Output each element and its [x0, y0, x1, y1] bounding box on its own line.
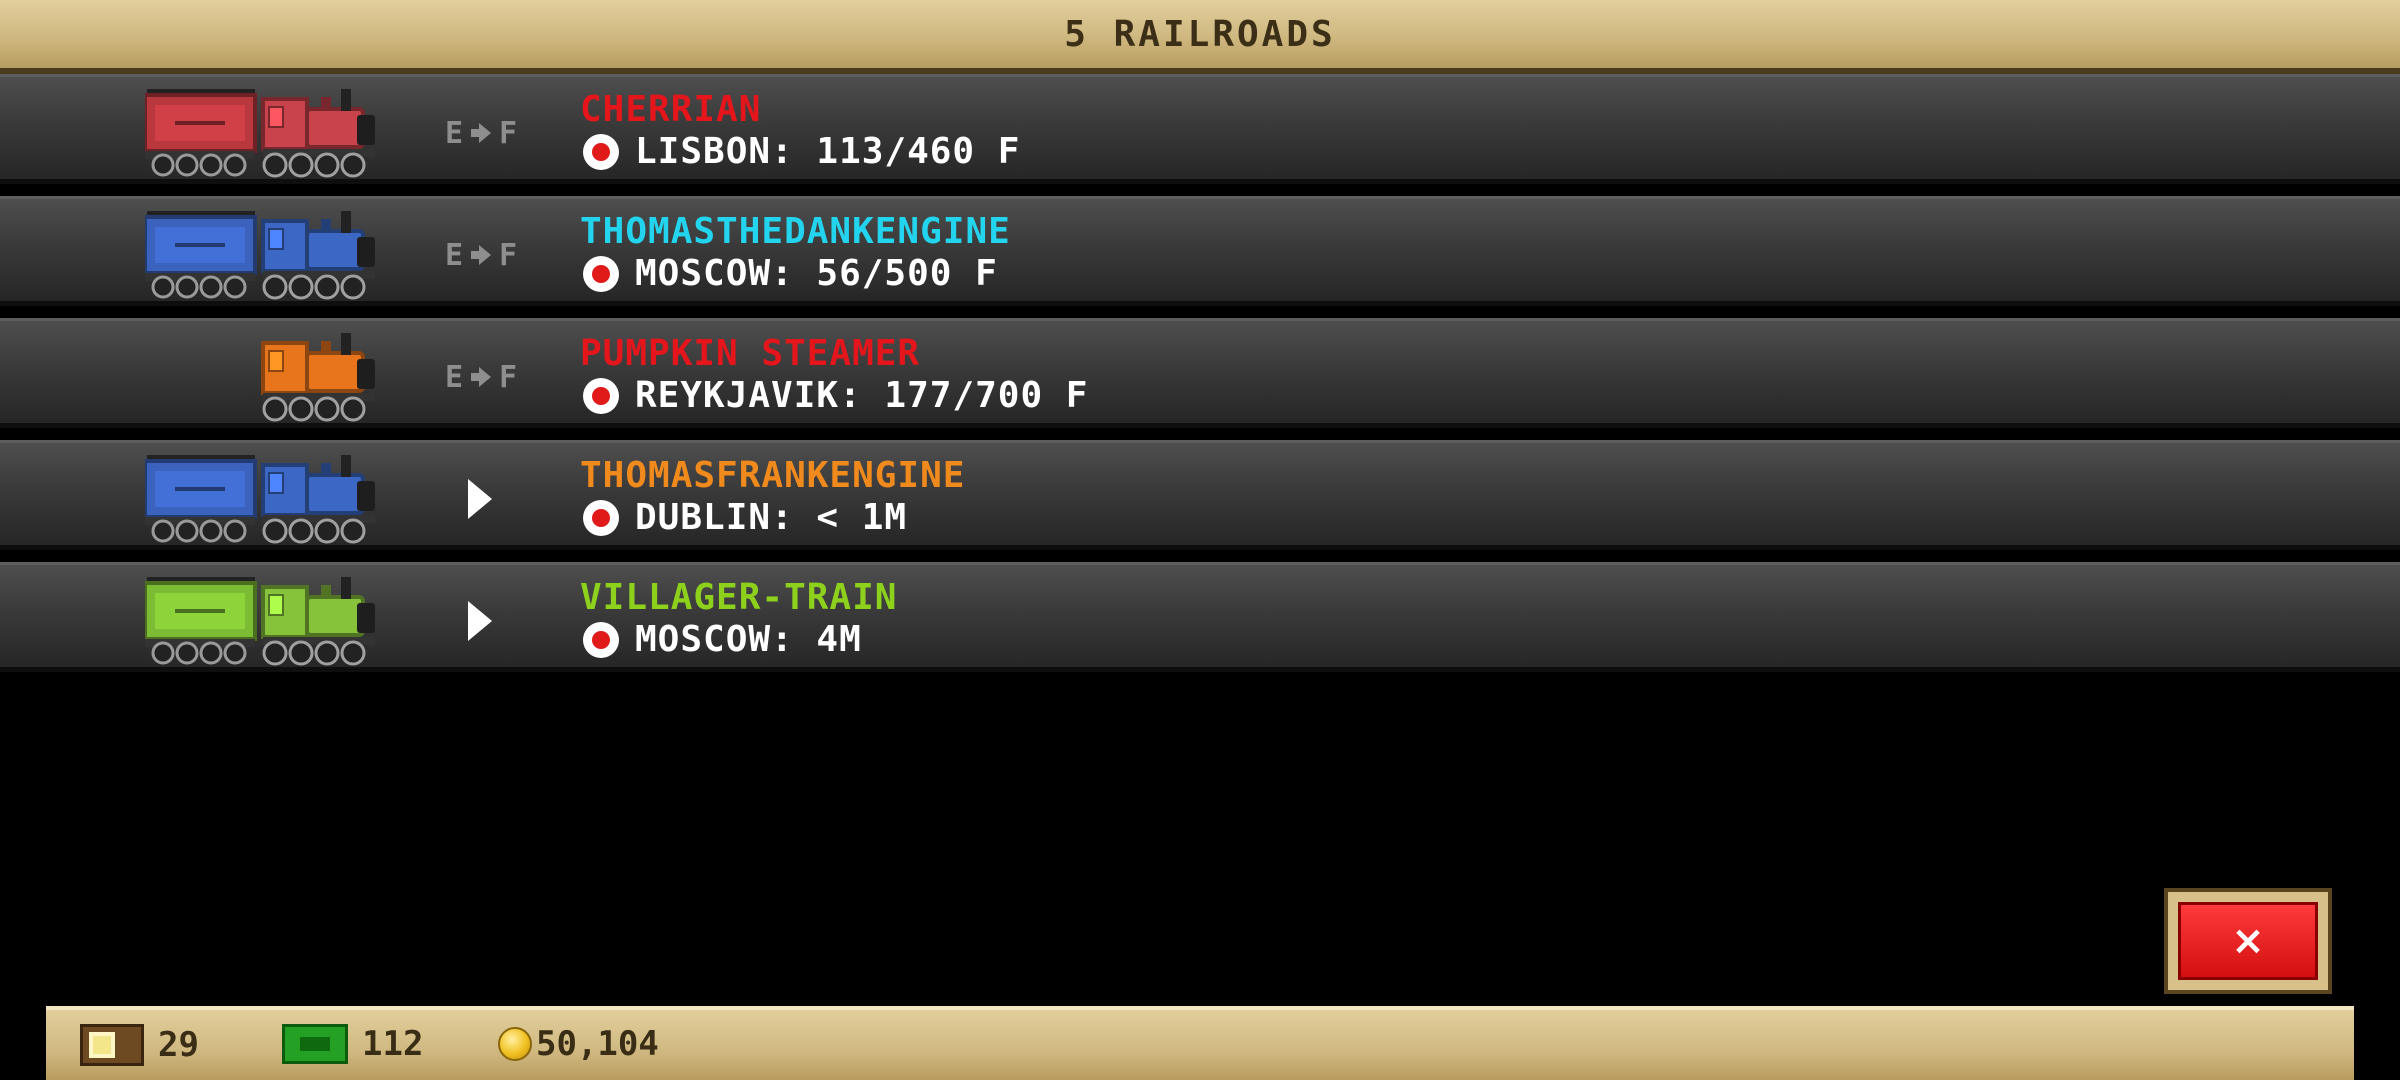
coins-value: 50,104 [536, 1024, 659, 1064]
train-status: MOSCOW: 4M [583, 619, 862, 660]
locomotive-icon [145, 575, 375, 667]
crates-counter: 29 [80, 1024, 199, 1066]
close-button[interactable]: × [2164, 888, 2332, 994]
station-icon [583, 621, 619, 658]
railroad-row[interactable]: EF THOMASFRANKENGINE DUBLIN: < 1M [0, 440, 2400, 550]
train-status: DUBLIN: < 1M [583, 497, 907, 538]
ef-toggle-icon[interactable]: EF [445, 238, 517, 273]
train-name: THOMASFRANKENGINE [580, 455, 966, 496]
railroad-list: EF CHERRIAN LISBON: 113/460 F EF THOMAST… [0, 74, 2400, 684]
crates-value: 29 [158, 1025, 199, 1065]
status-text: DUBLIN: < 1M [635, 497, 908, 538]
play-icon[interactable] [468, 601, 492, 641]
status-text: MOSCOW: 56/500 F [635, 253, 998, 294]
station-icon [583, 499, 619, 536]
train-name: VILLAGER-TRAIN [580, 577, 898, 618]
cash-value: 112 [362, 1024, 424, 1064]
status-text: LISBON: 113/460 F [635, 131, 1021, 172]
ef-toggle-icon[interactable]: EF [445, 360, 517, 395]
locomotive-icon [145, 87, 375, 179]
header-bar: 5 RAILROADS [0, 0, 2400, 74]
header-title: 5 RAILROADS [1064, 13, 1336, 55]
train-status: LISBON: 113/460 F [583, 131, 1020, 172]
locomotive-icon [145, 453, 375, 545]
train-name: PUMPKIN STEAMER [580, 333, 921, 374]
play-icon[interactable] [468, 479, 492, 519]
cash-icon [282, 1024, 348, 1064]
coin-icon [498, 1027, 532, 1061]
railroad-row[interactable]: EF VILLAGER-TRAIN MOSCOW: 4M [0, 562, 2400, 672]
crate-icon [80, 1024, 144, 1066]
train-status: MOSCOW: 56/500 F [583, 253, 998, 294]
close-icon: × [2231, 918, 2265, 964]
train-status: REYKJAVIK: 177/700 F [583, 375, 1088, 416]
resource-bar: 29 112 50,104 [46, 1006, 2354, 1080]
ef-toggle-icon[interactable]: EF [445, 116, 517, 151]
locomotive-icon [145, 331, 375, 423]
station-icon [583, 255, 619, 292]
cash-counter: 112 [282, 1024, 423, 1064]
train-name: CHERRIAN [580, 89, 762, 130]
coins-counter: 50,104 [498, 1024, 659, 1064]
railroad-row[interactable]: EF CHERRIAN LISBON: 113/460 F [0, 74, 2400, 184]
status-text: REYKJAVIK: 177/700 F [635, 375, 1089, 416]
locomotive-icon [145, 209, 375, 301]
status-text: MOSCOW: 4M [635, 619, 862, 660]
railroad-row[interactable]: EF THOMASTHEDANKENGINE MOSCOW: 56/500 F [0, 196, 2400, 306]
station-icon [583, 377, 619, 414]
station-icon [583, 133, 619, 170]
railroad-row[interactable]: EF PUMPKIN STEAMER REYKJAVIK: 177/700 F [0, 318, 2400, 428]
close-button-face[interactable]: × [2178, 902, 2318, 980]
train-name: THOMASTHEDANKENGINE [580, 211, 1011, 252]
